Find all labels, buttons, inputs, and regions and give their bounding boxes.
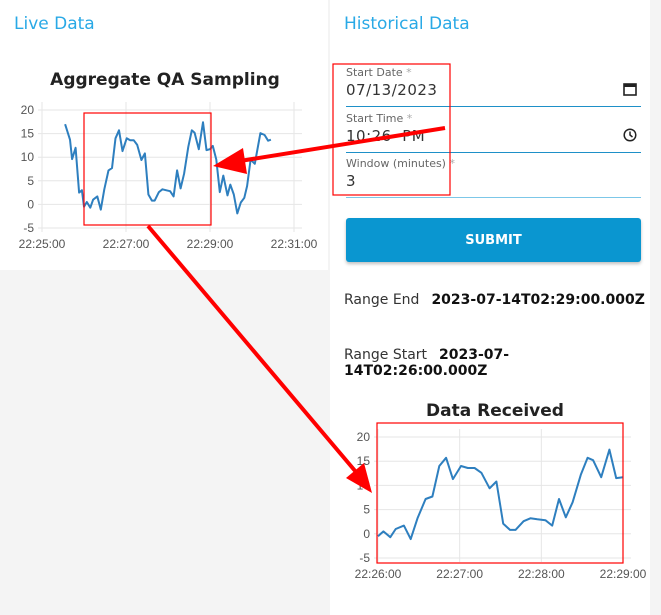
live-data-panel: Live Data Aggregate QA Sampling 20 15 10 5 0… xyxy=(0,0,328,270)
y-tick-label: 0 xyxy=(363,527,370,541)
y-tick-label: 5 xyxy=(27,174,34,188)
x-tick-label: 22:27:00 xyxy=(103,237,150,251)
data-line xyxy=(64,121,272,215)
x-tick-label: 22:28:00 xyxy=(518,567,565,581)
data-line xyxy=(377,448,624,541)
x-tick-label: 22:31:00 xyxy=(271,237,318,251)
y-tick-label: -5 xyxy=(359,551,370,565)
y-tick-label: 20 xyxy=(357,430,371,444)
y-tick-label: 15 xyxy=(21,127,35,141)
y-tick-label: 5 xyxy=(363,503,370,517)
y-tick-label: -5 xyxy=(23,221,34,235)
y-tick-label: 10 xyxy=(21,150,35,164)
historical-data-panel: Historical Data Start Date * 07/13/2023 … xyxy=(330,0,650,615)
x-tick-label: 22:26:00 xyxy=(355,567,402,581)
x-tick-label: 22:27:00 xyxy=(436,567,483,581)
received-chart: 20 15 10 5 0 -5 22:26:00 22:27:00 22:28:00 22:29:… xyxy=(355,429,647,581)
x-tick-label: 22:25:00 xyxy=(19,237,66,251)
x-tick-label: 22:29:00 xyxy=(187,237,234,251)
y-tick-label: 20 xyxy=(21,103,35,117)
live-chart: 20 15 10 5 0 -5 22:25:00 22:27:00 22:29:00 22:31:… xyxy=(19,102,318,251)
y-tick-label: 15 xyxy=(357,454,371,468)
x-tick-label: 22:29:00 xyxy=(600,567,647,581)
y-tick-label: 0 xyxy=(27,197,34,211)
y-tick-label: 10 xyxy=(357,478,371,492)
